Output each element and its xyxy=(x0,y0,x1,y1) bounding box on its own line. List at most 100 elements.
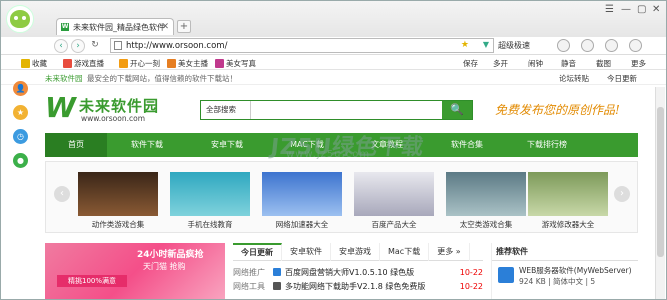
carousel-prev-icon[interactable]: ‹ xyxy=(54,186,70,202)
address-bar[interactable]: http://www.orsoon.com/ ★ ▼ xyxy=(110,38,494,53)
banner-line2: 天门猫 抢购 xyxy=(143,262,186,271)
app-meta: 924 KB | 简体中文 | 5 xyxy=(519,277,596,286)
card-image xyxy=(262,172,342,216)
alarm-label: 闹钟 xyxy=(528,59,543,68)
card-image xyxy=(528,172,608,216)
watermark-url: www.jz5u.com xyxy=(286,149,371,160)
save-label: 保存 xyxy=(463,59,478,68)
user-rail-icon[interactable]: 👤 xyxy=(13,81,28,96)
carousel-card[interactable]: 手机在线教育 xyxy=(170,172,250,230)
bookmark-anchor[interactable]: 美女主播 xyxy=(167,58,208,69)
star-icon xyxy=(21,59,30,68)
left-floating-rail: 👤 ★ ◷ ● xyxy=(13,81,28,177)
banner-tag: 精挑100%满意 xyxy=(57,275,127,287)
nav-android[interactable]: 安卓下载 xyxy=(187,133,267,157)
carousel-card[interactable]: 太空类游戏合集 xyxy=(446,172,526,230)
carousel-card[interactable]: 动作类游戏合集 xyxy=(78,172,158,230)
user-icon[interactable] xyxy=(581,39,594,52)
tab-android-games[interactable]: 安卓游戏 xyxy=(331,243,380,261)
list-item[interactable]: 网络推广 百度网盘营销大师V1.0.5.10 绿色版 10-22 xyxy=(233,265,483,279)
more-button[interactable]: 更多 xyxy=(631,58,646,69)
new-tab-button[interactable]: + xyxy=(177,20,191,33)
more-label: 更多 xyxy=(631,59,646,68)
tab-more[interactable]: 更多 » xyxy=(429,243,470,261)
site-logo[interactable]: W 未来软件园 www.orsoon.com xyxy=(45,91,185,127)
browser-logo[interactable] xyxy=(6,5,34,33)
carousel-card[interactable]: 网络加速器大全 xyxy=(262,172,342,230)
close-window-icon[interactable]: ✕ xyxy=(652,4,660,15)
news-list: 网络推广 百度网盘营销大师V1.0.5.10 绿色版 10-22 网络工具 多功… xyxy=(233,265,483,293)
favorite-rail-icon[interactable]: ★ xyxy=(13,105,28,120)
address-dropdown-icon[interactable]: ▼ xyxy=(483,40,489,49)
recommended-panel: 推荐软件 WEB服务器软件(MyWebServer) 924 KB | 简体中文… xyxy=(491,243,638,299)
promo-banner[interactable]: 24小时新品疯抢 天门猫 抢购 精挑100%满意 xyxy=(45,243,225,299)
bookmark-happy[interactable]: 开心一刻 xyxy=(119,58,160,69)
tab-today[interactable]: 今日更新 xyxy=(233,243,282,261)
carousel-card[interactable]: 百度产品大全 xyxy=(354,172,434,230)
minimize-icon[interactable]: — xyxy=(621,4,631,15)
site-header: W 未来软件园 www.orsoon.com 全部搜索 🔍 免费发布您的原创作品… xyxy=(45,89,639,129)
app-name[interactable]: WEB服务器软件(MyWebServer) xyxy=(519,265,632,276)
multi-open-button[interactable]: 多开 xyxy=(493,58,508,69)
anchor-icon xyxy=(167,59,176,68)
history-rail-icon[interactable]: ◷ xyxy=(13,129,28,144)
list-item[interactable]: 网络工具 多功能网络下载助手V2.1.8 绿色免费版 10-22 xyxy=(233,279,483,293)
tab-close-icon[interactable]: ✕ xyxy=(161,22,169,32)
extensions-icon[interactable] xyxy=(629,39,642,52)
search-scope-select[interactable]: 全部搜索 xyxy=(201,101,251,119)
site-brand-link[interactable]: 未来软件园 xyxy=(45,73,83,84)
site-logo-url: www.orsoon.com xyxy=(81,114,146,123)
tab-android-software[interactable]: 安卓软件 xyxy=(282,243,331,261)
photo-icon xyxy=(215,59,224,68)
slogan[interactable]: 免费发布您的原创作品! xyxy=(495,101,620,118)
speed-mode-selector[interactable]: 超级极速 xyxy=(498,40,530,51)
bookmark-label: 收藏 xyxy=(32,59,47,68)
browser-tab[interactable]: W 未来软件园_精品绿色软件 ✕ xyxy=(56,18,174,35)
nav-software[interactable]: 软件下载 xyxy=(107,133,187,157)
content-section: 24小时新品疯抢 天门猫 抢购 精挑100%满意 今日更新 安卓软件 安卓游戏 … xyxy=(45,239,638,299)
item-category[interactable]: 网络推广 xyxy=(233,267,273,278)
search-input[interactable] xyxy=(251,101,442,119)
back-icon[interactable]: ‹ xyxy=(54,39,68,53)
carousel-next-icon[interactable]: › xyxy=(614,186,630,202)
nav-ranking[interactable]: 下载排行榜 xyxy=(507,133,587,157)
card-caption: 动作类游戏合集 xyxy=(91,220,145,229)
forward-icon[interactable]: › xyxy=(71,39,85,53)
today-update-link[interactable]: 今日更新 xyxy=(607,73,637,84)
title-bar: W 未来软件园_精品绿色软件 ✕ + ☰ — ▢ ✕ xyxy=(1,1,666,37)
site-top-bar: 未来软件园 最安全的下载网站，值得信赖的软件下载站！ 论坛转贴 今日更新 xyxy=(1,71,666,85)
alarm-button[interactable]: 闹钟 xyxy=(528,58,543,69)
item-title[interactable]: 百度网盘营销大师V1.0.5.10 绿色版 xyxy=(285,267,455,278)
item-category[interactable]: 网络工具 xyxy=(233,281,273,292)
app-icon[interactable] xyxy=(498,267,514,283)
smile-icon xyxy=(119,59,128,68)
carousel-card[interactable]: 游戏修改器大全 xyxy=(528,172,608,230)
screenshot-label: 截图 xyxy=(596,59,611,68)
tab-mac[interactable]: Mac下载 xyxy=(380,243,430,261)
bookmark-favorites[interactable]: 收藏 xyxy=(21,58,47,69)
wechat-rail-icon[interactable]: ● xyxy=(13,153,28,168)
mute-label: 静音 xyxy=(561,59,576,68)
search-button[interactable]: 🔍 xyxy=(442,101,472,119)
bookmark-star-icon[interactable]: ★ xyxy=(461,40,469,50)
menu-icon[interactable]: ☰ xyxy=(605,4,614,15)
weibo-icon[interactable] xyxy=(605,39,618,52)
nav-collections[interactable]: 软件合集 xyxy=(427,133,507,157)
vertical-scrollbar[interactable] xyxy=(655,87,665,299)
bookmark-label: 开心一刻 xyxy=(130,59,160,68)
maximize-icon[interactable]: ▢ xyxy=(637,4,646,15)
refresh-icon[interactable]: ↻ xyxy=(88,39,102,53)
bookmark-game-live[interactable]: 游戏直播 xyxy=(63,58,104,69)
nav-home[interactable]: 首页 xyxy=(45,133,107,157)
screenshot-button[interactable]: 截图 xyxy=(596,58,611,69)
bookmark-photo[interactable]: 美女写真 xyxy=(215,58,256,69)
forum-link[interactable]: 论坛转贴 xyxy=(559,73,589,84)
multi-open-label: 多开 xyxy=(493,59,508,68)
save-button[interactable]: 保存 xyxy=(463,58,478,69)
card-image xyxy=(170,172,250,216)
mute-button[interactable]: 静音 xyxy=(561,58,576,69)
scrollbar-thumb[interactable] xyxy=(657,107,664,257)
game-icon[interactable] xyxy=(557,39,570,52)
item-title[interactable]: 多功能网络下载助手V2.1.8 绿色免费版 xyxy=(285,281,455,292)
banner-line1: 24小时新品疯抢 xyxy=(137,250,204,260)
